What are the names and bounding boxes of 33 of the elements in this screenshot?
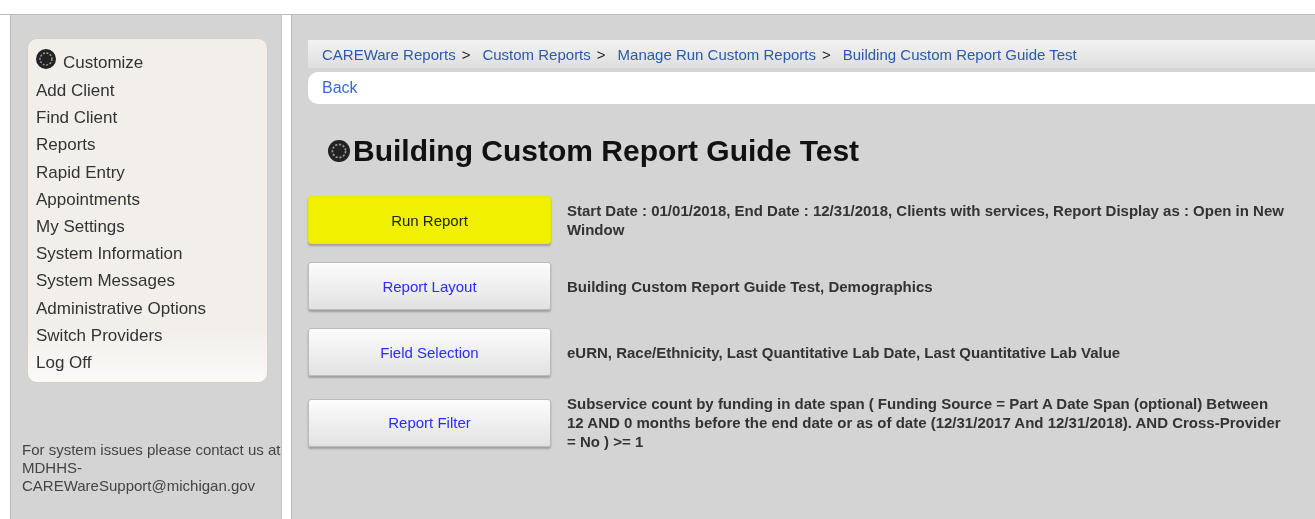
gear-icon — [328, 140, 350, 162]
breadcrumb-link[interactable]: Manage Run Custom Reports — [617, 45, 816, 63]
menu-item[interactable]: Appointments — [36, 185, 259, 213]
breadcrumb-separator: > — [822, 45, 831, 63]
menu-item[interactable]: System Messages — [36, 267, 259, 295]
step-description: eURN, Race/Ethnicity, Last Quantitative Lab Date, Last Quantitative Lab Value — [567, 342, 1122, 362]
menu-item[interactable]: Find Client — [36, 104, 259, 132]
step-description: Start Date : 01/01/2018, End Date : 12/31/2018, Clients with services, Report Display as : Open in New Window — [567, 201, 1285, 239]
breadcrumb-separator: > — [596, 45, 606, 63]
step-description: Subservice count by funding in date span ( Funding Source = Part A Date Span (optional) Between 12 AND 0 months before the end date or as of date (12/31/2017 And 12/31/2018). AND Cross-Provider = No ) >= 1 — [567, 394, 1282, 451]
menu-item[interactable]: My Settings — [36, 212, 259, 241]
breadcrumb-link[interactable]: Building Custom Report Guide Test — [842, 45, 1077, 63]
step-button[interactable]: Run Report — [308, 196, 551, 244]
menu-item[interactable]: Customize — [36, 47, 259, 77]
step-button[interactable]: Field Selection — [308, 328, 551, 376]
step-description: Building Custom Report Guide Test, Demographics — [567, 276, 934, 296]
menu-item[interactable]: System Information — [36, 240, 259, 268]
menu-item-label: Customize — [63, 51, 144, 74]
step-button[interactable]: Report Filter — [308, 398, 551, 447]
menu-item[interactable]: Log Off — [36, 348, 259, 377]
breadcrumb-link[interactable]: Custom Reports — [482, 45, 591, 63]
gear-icon — [36, 49, 56, 69]
support-note: For system issues please contact us at MDHHS-CAREWareSupport@michigan.gov — [22, 441, 282, 496]
breadcrumb-separator: > — [461, 45, 471, 63]
page-title: Building Custom Report Guide Test — [353, 134, 860, 168]
menu-item[interactable]: Switch Providers — [36, 321, 259, 349]
back-link[interactable]: Back — [322, 79, 358, 97]
step-button[interactable]: Report Layout — [308, 262, 551, 310]
menu-item[interactable]: Rapid Entry — [36, 158, 259, 186]
menu-item[interactable]: Administrative Options — [36, 294, 259, 322]
breadcrumb-link[interactable]: CAREWare Reports — [322, 45, 456, 63]
menu-item[interactable]: Add Client — [36, 77, 259, 105]
menu-item[interactable]: Reports — [36, 131, 259, 159]
